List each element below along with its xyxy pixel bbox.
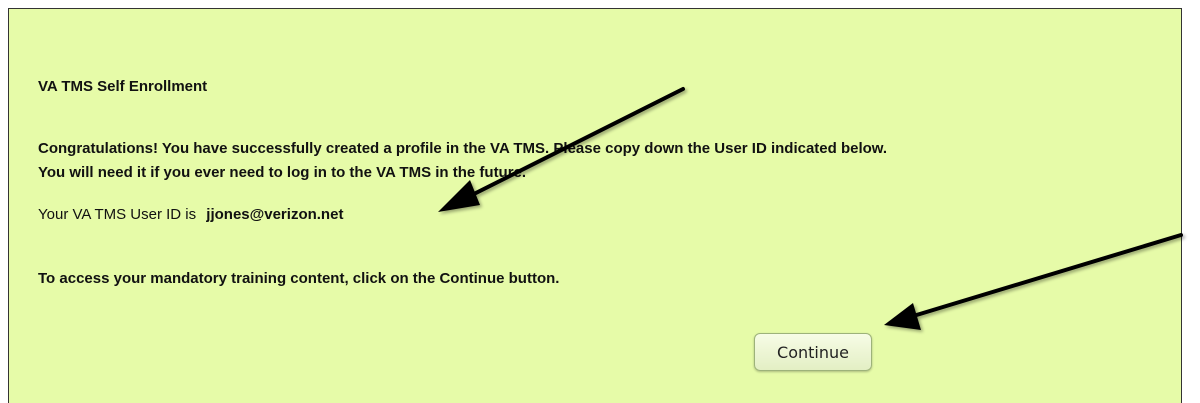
access-instructions: To access your mandatory training conten… (38, 270, 560, 287)
user-id-label: Your VA TMS User ID is (38, 206, 197, 223)
user-id-value: jjones@verizon.net (206, 206, 344, 223)
user-id-row: Your VA TMS User ID is jjones@verizon.ne… (38, 206, 343, 223)
continue-button[interactable]: Continue (754, 333, 872, 371)
congratulations-line-2: You will need it if you ever need to log… (38, 164, 527, 181)
congratulations-line-1: Congratulations! You have successfully c… (38, 140, 888, 157)
page-title: VA TMS Self Enrollment (38, 78, 208, 95)
congratulations-message: Congratulations! You have successfully c… (38, 137, 887, 185)
enrollment-panel: VA TMS Self Enrollment Congratulations! … (8, 8, 1182, 403)
